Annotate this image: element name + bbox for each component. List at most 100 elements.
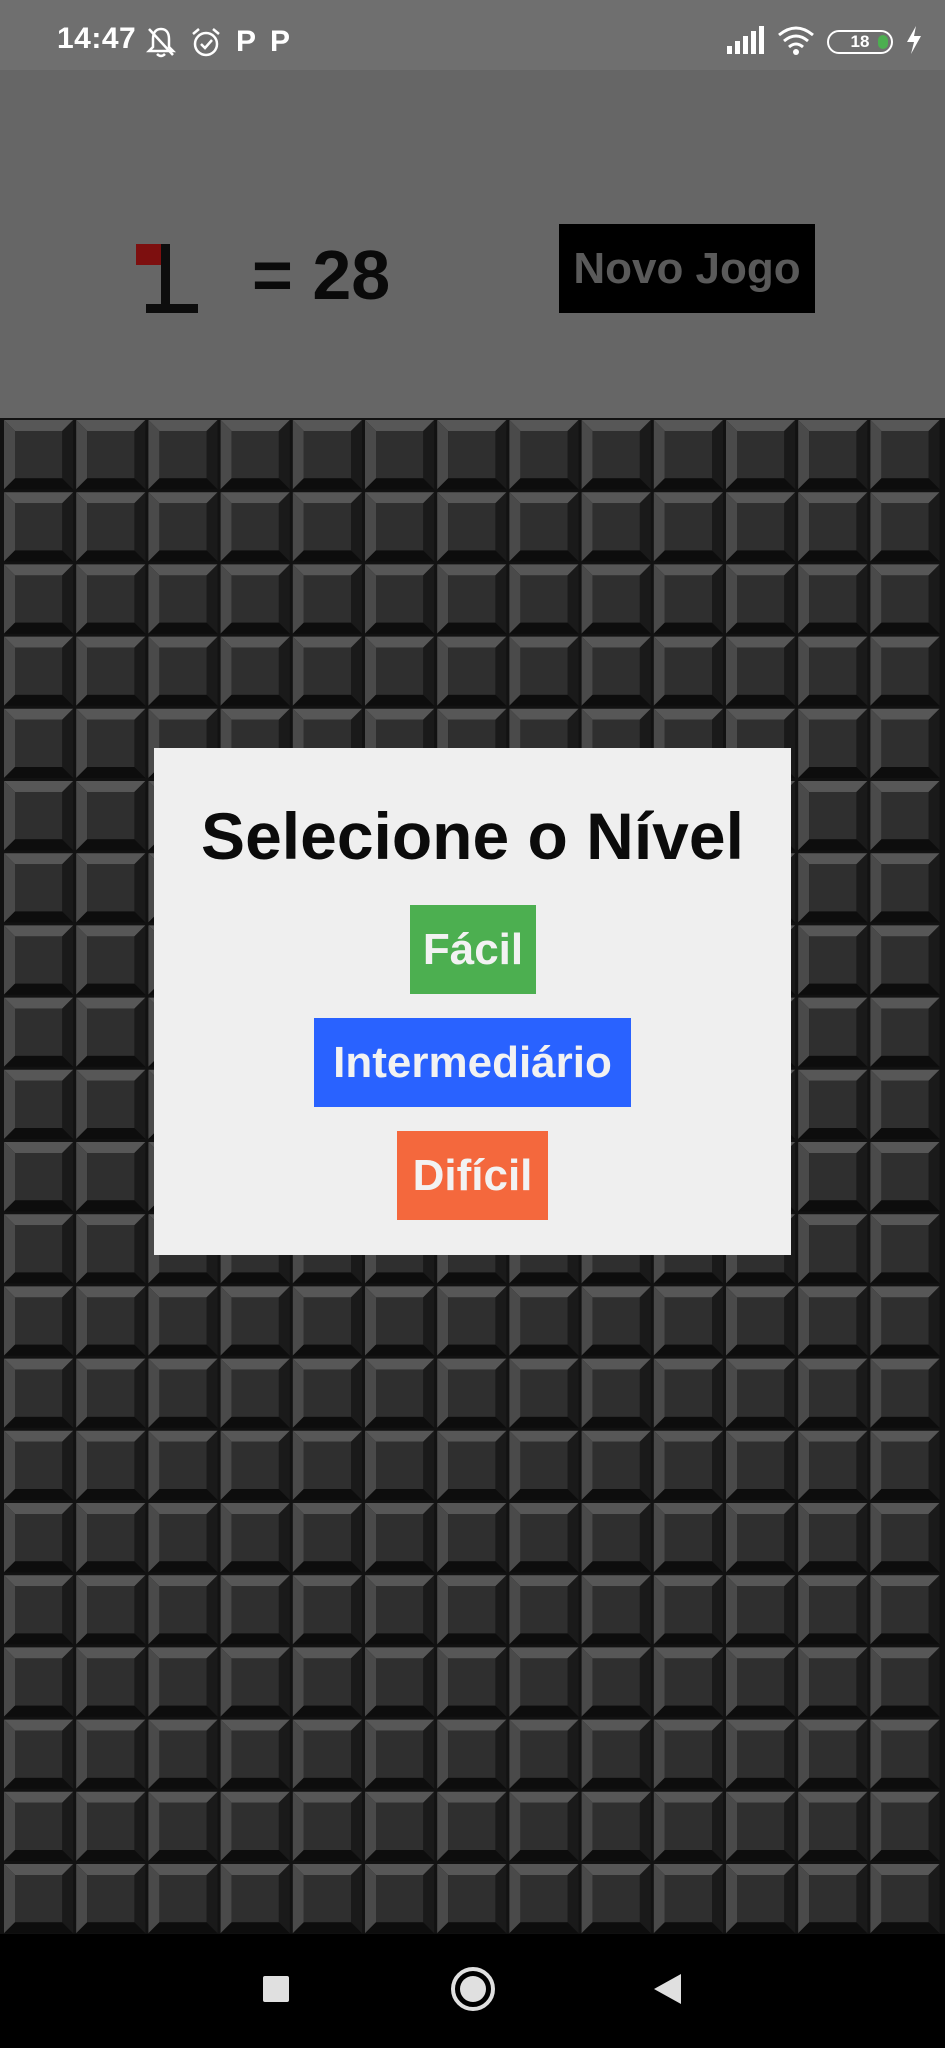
board-tile[interactable] xyxy=(292,1503,362,1573)
board-tile[interactable] xyxy=(509,1430,579,1500)
board-tile[interactable] xyxy=(76,1358,146,1428)
board-tile[interactable] xyxy=(870,925,940,995)
board-tile[interactable] xyxy=(726,1430,796,1500)
board-tile[interactable] xyxy=(292,1575,362,1645)
board-tile[interactable] xyxy=(292,420,362,490)
board-tile[interactable] xyxy=(4,420,74,490)
board-tile[interactable] xyxy=(292,1430,362,1500)
board-tile[interactable] xyxy=(365,1647,435,1717)
board-tile[interactable] xyxy=(653,492,723,562)
board-tile[interactable] xyxy=(76,1864,146,1934)
board-tile[interactable] xyxy=(509,1575,579,1645)
board-tile[interactable] xyxy=(76,1430,146,1500)
board-tile[interactable] xyxy=(76,925,146,995)
board-tile[interactable] xyxy=(726,1575,796,1645)
board-tile[interactable] xyxy=(4,853,74,923)
hard-level-button[interactable]: Difícil xyxy=(397,1131,548,1220)
board-tile[interactable] xyxy=(653,1358,723,1428)
board-tile[interactable] xyxy=(220,1575,290,1645)
board-tile[interactable] xyxy=(437,564,507,634)
board-tile[interactable] xyxy=(4,1286,74,1356)
board-tile[interactable] xyxy=(292,1358,362,1428)
board-tile[interactable] xyxy=(437,492,507,562)
board-tile[interactable] xyxy=(148,1503,218,1573)
board-tile[interactable] xyxy=(76,492,146,562)
board-tile[interactable] xyxy=(220,420,290,490)
board-tile[interactable] xyxy=(653,1286,723,1356)
board-tile[interactable] xyxy=(653,1864,723,1934)
board-tile[interactable] xyxy=(653,1791,723,1861)
back-button[interactable] xyxy=(617,1934,717,2048)
board-tile[interactable] xyxy=(726,1503,796,1573)
board-tile[interactable] xyxy=(798,1719,868,1789)
board-tile[interactable] xyxy=(798,853,868,923)
board-tile[interactable] xyxy=(365,1430,435,1500)
board-tile[interactable] xyxy=(581,1864,651,1934)
board-tile[interactable] xyxy=(437,1719,507,1789)
board-tile[interactable] xyxy=(437,1864,507,1934)
board-tile[interactable] xyxy=(870,1719,940,1789)
board-tile[interactable] xyxy=(798,1142,868,1212)
board-tile[interactable] xyxy=(4,1719,74,1789)
board-tile[interactable] xyxy=(148,420,218,490)
board-tile[interactable] xyxy=(4,636,74,706)
board-tile[interactable] xyxy=(220,1719,290,1789)
board-tile[interactable] xyxy=(726,1791,796,1861)
board-tile[interactable] xyxy=(509,1503,579,1573)
board-tile[interactable] xyxy=(726,1286,796,1356)
board-tile[interactable] xyxy=(148,1286,218,1356)
board-tile[interactable] xyxy=(798,1791,868,1861)
board-tile[interactable] xyxy=(726,1864,796,1934)
board-tile[interactable] xyxy=(870,1069,940,1139)
board-tile[interactable] xyxy=(4,1864,74,1934)
board-tile[interactable] xyxy=(437,1430,507,1500)
board-tile[interactable] xyxy=(365,636,435,706)
board-tile[interactable] xyxy=(148,1575,218,1645)
board-tile[interactable] xyxy=(653,1719,723,1789)
board-tile[interactable] xyxy=(798,636,868,706)
new-game-button[interactable]: Novo Jogo xyxy=(559,224,815,313)
board-tile[interactable] xyxy=(726,1647,796,1717)
board-tile[interactable] xyxy=(870,492,940,562)
board-tile[interactable] xyxy=(581,1791,651,1861)
board-tile[interactable] xyxy=(870,1142,940,1212)
board-tile[interactable] xyxy=(798,1647,868,1717)
board-tile[interactable] xyxy=(76,781,146,851)
board-tile[interactable] xyxy=(581,1503,651,1573)
board-tile[interactable] xyxy=(292,1647,362,1717)
board-tile[interactable] xyxy=(437,1503,507,1573)
board-tile[interactable] xyxy=(4,492,74,562)
board-tile[interactable] xyxy=(798,997,868,1067)
easy-level-button[interactable]: Fácil xyxy=(410,905,536,994)
board-tile[interactable] xyxy=(76,853,146,923)
board-tile[interactable] xyxy=(870,1503,940,1573)
board-tile[interactable] xyxy=(509,1647,579,1717)
board-tile[interactable] xyxy=(798,1286,868,1356)
board-tile[interactable] xyxy=(726,1719,796,1789)
board-tile[interactable] xyxy=(798,1430,868,1500)
board-tile[interactable] xyxy=(148,1719,218,1789)
board-tile[interactable] xyxy=(4,925,74,995)
board-tile[interactable] xyxy=(798,1214,868,1284)
board-tile[interactable] xyxy=(509,1864,579,1934)
board-tile[interactable] xyxy=(148,1791,218,1861)
board-tile[interactable] xyxy=(4,1503,74,1573)
board-tile[interactable] xyxy=(509,1719,579,1789)
board-tile[interactable] xyxy=(4,1142,74,1212)
board-tile[interactable] xyxy=(653,1575,723,1645)
board-tile[interactable] xyxy=(4,1647,74,1717)
board-tile[interactable] xyxy=(798,492,868,562)
board-tile[interactable] xyxy=(365,1791,435,1861)
board-tile[interactable] xyxy=(365,1719,435,1789)
board-tile[interactable] xyxy=(581,1575,651,1645)
board-tile[interactable] xyxy=(76,1719,146,1789)
board-tile[interactable] xyxy=(292,636,362,706)
board-tile[interactable] xyxy=(76,1286,146,1356)
board-tile[interactable] xyxy=(292,1864,362,1934)
board-tile[interactable] xyxy=(437,636,507,706)
board-tile[interactable] xyxy=(870,1214,940,1284)
board-tile[interactable] xyxy=(726,492,796,562)
board-tile[interactable] xyxy=(798,1069,868,1139)
board-tile[interactable] xyxy=(365,1503,435,1573)
board-tile[interactable] xyxy=(292,1286,362,1356)
